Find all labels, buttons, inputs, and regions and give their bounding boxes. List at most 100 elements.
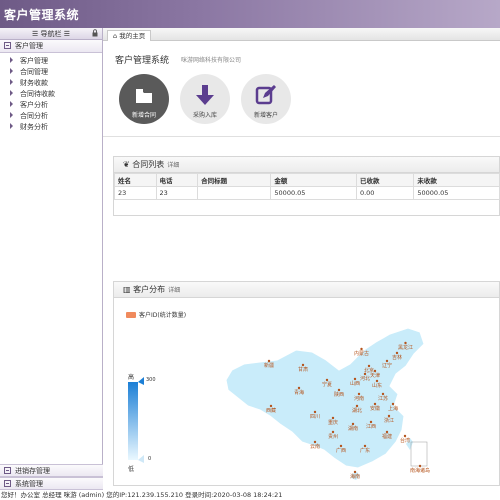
table-cell: 23 [155, 186, 199, 200]
add-customer-button[interactable]: 新增客户 [241, 74, 291, 124]
province-marker [313, 410, 317, 414]
divider [103, 136, 500, 137]
province-marker [357, 392, 361, 396]
province-marker [385, 359, 389, 363]
south-sea-inset [410, 441, 428, 467]
arrow-right-icon [10, 68, 13, 74]
lock-icon[interactable] [92, 29, 98, 37]
province-label: 台湾 [400, 437, 410, 444]
province-label: 重庆 [328, 419, 338, 426]
province-marker [385, 430, 389, 434]
tab-label: 我的主页 [119, 32, 146, 40]
sidebar-item-label: 财务分析 [20, 123, 48, 131]
sidebar-group-label: 客户管理 [15, 42, 43, 50]
table-row[interactable]: 23 23 50000.05 0.00 50000.05 [114, 186, 500, 200]
province-marker [339, 444, 343, 448]
province-marker [363, 444, 367, 448]
arrow-right-icon [10, 112, 13, 118]
app-title: 客户管理系统 [4, 8, 80, 22]
contract-table: 姓名 电话 合同标题 金额 已收款 未收款 23 23 50000.05 0.0… [114, 173, 500, 200]
arrow-right-icon [10, 90, 13, 96]
province-marker [381, 392, 385, 396]
arrow-right-icon [10, 57, 13, 63]
title-bar: 客户管理系统 [0, 0, 500, 28]
contract-list-panel: ❦ 合同列表 详细 姓名 电话 合同标题 金额 已收款 未收款 23 23 500… [113, 156, 500, 216]
province-label: 安徽 [370, 405, 380, 412]
province-label: 海南 [350, 473, 360, 480]
sidebar-item-customers[interactable]: 客户管理 [10, 56, 102, 67]
province-label: 甘肃 [298, 366, 308, 373]
sidebar-bottom-groups: 进销存管理 系统管理 [0, 464, 103, 490]
province-marker [355, 404, 359, 408]
company-name: 咪游网络科技有限公司 [181, 57, 242, 64]
province-label: 山西 [350, 380, 360, 387]
table-cell: 0.00 [355, 186, 415, 200]
sidebar-item-label: 合同管理 [20, 68, 48, 76]
customer-distribution-panel: ▥ 客户分布 详细 客户ID(统计数量) 高 300 0 低 黑龙江 吉林 辽宁… [113, 281, 500, 486]
province-label: 黑龙江 [398, 344, 413, 351]
arrow-right-icon [10, 101, 13, 107]
sidebar-item-receipts[interactable]: 财务收款 [10, 78, 102, 89]
edit-icon [255, 85, 276, 105]
province-marker [395, 351, 399, 355]
province-marker [267, 359, 271, 363]
china-map[interactable]: 黑龙江吉林辽宁内蒙古北京天津河北山西 山东新疆甘肃宁夏青海 陕西河南 江苏西藏四川湖北… [114, 282, 500, 487]
province-marker [360, 347, 363, 351]
province-marker [269, 404, 273, 408]
collapse-icon [4, 42, 11, 49]
column-header: 电话 [155, 173, 199, 187]
table-cell [197, 186, 272, 200]
expand-icon [4, 480, 11, 487]
sidebar-header-label: ☰ 导航栏 ☰ [31, 30, 70, 38]
status-bar: 您好！办公室 总经理 咪游 (admin) 您的IP:121.239.155.2… [0, 490, 500, 500]
sidebar-header: ☰ 导航栏 ☰ [0, 28, 102, 40]
detail-link[interactable]: 详细 [167, 162, 179, 169]
province-marker [387, 414, 391, 418]
tab-home[interactable]: ⌂ 我的主页 [107, 30, 152, 41]
folder-icon [136, 89, 152, 103]
add-contract-button[interactable]: 新增合同 [119, 74, 169, 124]
province-label: 天津 [370, 372, 380, 379]
sidebar-group-customer[interactable]: 客户管理 [0, 40, 102, 53]
expand-icon [4, 467, 11, 474]
province-label: 辽宁 [382, 362, 392, 369]
province-marker [301, 363, 305, 367]
province-label: 江苏 [378, 395, 388, 402]
sidebar-item-contracts[interactable]: 合同管理 [10, 67, 102, 78]
province-marker [373, 369, 377, 373]
sidebar: ☰ 导航栏 ☰ 客户管理 客户管理 合同管理 财务收款 合同待收款 客户分析 合… [0, 28, 103, 500]
province-label: 山东 [372, 382, 382, 389]
province-label: 河南 [354, 395, 364, 402]
province-label: 宁夏 [322, 381, 332, 388]
panel-header: ❦ 合同列表 详细 [114, 157, 499, 173]
leaf-icon: ❦ [123, 160, 130, 169]
province-label: 福建 [382, 433, 392, 440]
province-label: 湖北 [352, 407, 362, 414]
arrow-right-icon [10, 79, 13, 85]
table-cell: 50000.05 [270, 186, 357, 200]
sidebar-item-finance-analysis[interactable]: 财务分析 [10, 122, 102, 133]
province-label: 陕西 [334, 391, 344, 398]
province-marker [297, 386, 301, 390]
province-label: 广东 [360, 447, 370, 454]
sidebar-group-system[interactable]: 系统管理 [0, 477, 103, 490]
province-label: 河北 [360, 375, 370, 382]
province-marker [403, 434, 407, 438]
sidebar-item-label: 客户管理 [20, 57, 48, 65]
action-label: 新增客户 [253, 112, 278, 119]
sidebar-item-customer-analysis[interactable]: 客户分析 [10, 100, 102, 111]
main-area: ⌂ 我的主页 客户管理系统 咪游网络科技有限公司 新增合同 采购入库 新增客户 … [103, 28, 500, 490]
purchase-inbound-button[interactable]: 采购入库 [180, 74, 230, 124]
sidebar-item-contract-analysis[interactable]: 合同分析 [10, 111, 102, 122]
sidebar-item-pending[interactable]: 合同待收款 [10, 89, 102, 100]
province-marker [369, 420, 373, 424]
table-cell: 23 [114, 186, 157, 200]
sidebar-item-label: 合同分析 [20, 112, 48, 120]
province-marker [325, 378, 329, 382]
sidebar-group-inventory[interactable]: 进销存管理 [0, 464, 103, 477]
action-label: 新增合同 [131, 112, 156, 119]
province-label: 湖南 [348, 425, 358, 432]
province-label: 吉林 [392, 354, 402, 361]
province-label: 四川 [310, 414, 320, 420]
column-header: 合同标题 [197, 173, 272, 187]
